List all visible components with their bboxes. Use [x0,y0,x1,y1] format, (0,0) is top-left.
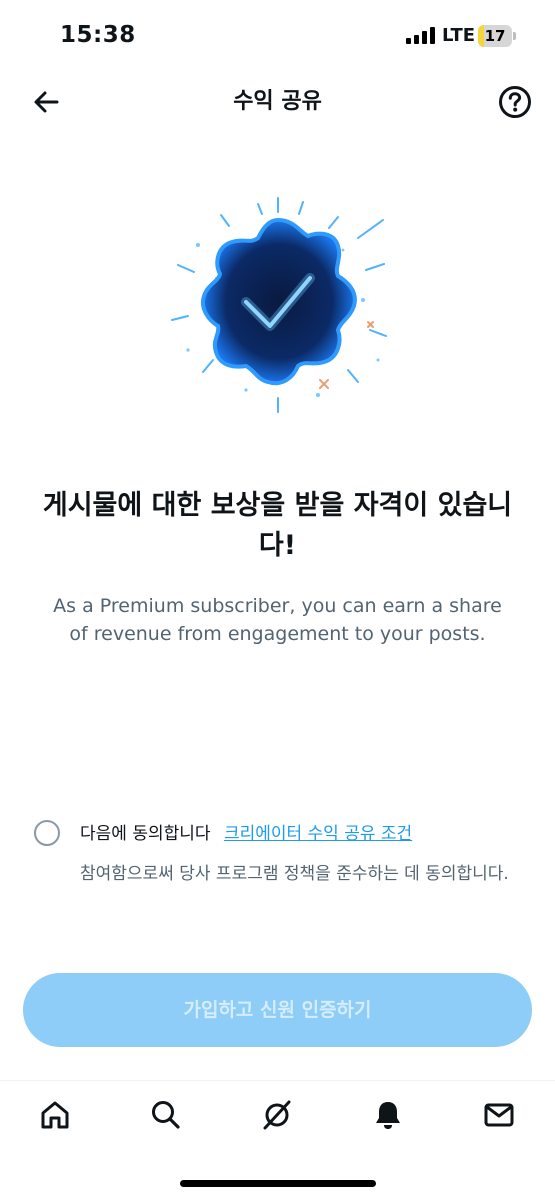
home-icon[interactable] [38,1098,72,1132]
home-indicator [180,1180,376,1187]
battery-icon: 17 [478,25,518,47]
slash-circle-icon[interactable] [260,1098,294,1132]
search-icon[interactable] [149,1098,183,1132]
nav-divider [0,1080,555,1081]
help-circle-icon[interactable] [497,84,533,120]
mail-icon[interactable] [482,1098,516,1132]
page-title: 수익 공유 [233,89,322,114]
verified-badge-icon [171,197,387,413]
agree-description: 참여함으로써 당사 프로그램 정책을 준수하는 데 동의합니다. [80,864,509,884]
agree-label: 다음에 동의합니다 크리에이터 수익 공유 조건 [80,820,412,848]
bell-icon[interactable] [371,1098,405,1132]
status-time: 15:38 [60,22,136,48]
agree-checkbox[interactable] [34,820,60,846]
agree-prefix: 다음에 동의합니다 [80,824,211,844]
network-type: LTE [442,25,476,46]
terms-link[interactable]: 크리에이터 수익 공유 조건 [224,824,412,844]
battery-level: 17 [484,27,506,45]
join-verify-button[interactable]: 가입하고 신원 인증하기 [23,973,532,1047]
signal-icon [406,27,435,44]
headline: 게시물에 대한 보상을 받을 자격이 있습니다! [42,490,513,561]
subtitle: As a Premium subscriber, you can earn a … [53,595,502,645]
